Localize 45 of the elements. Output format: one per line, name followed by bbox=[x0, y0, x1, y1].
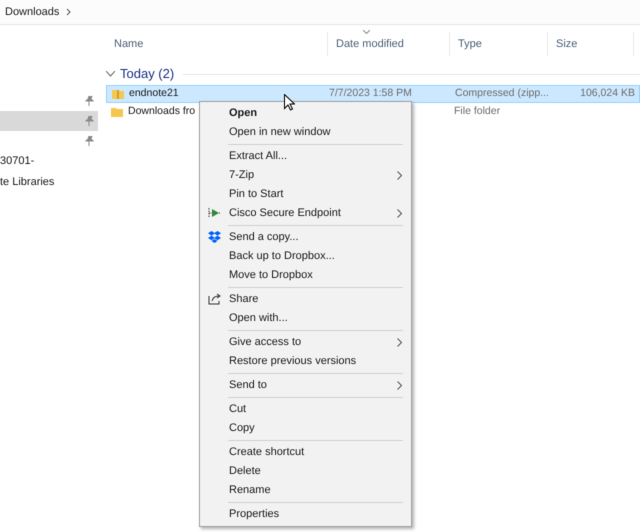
group-header[interactable]: Today (2) bbox=[120, 64, 174, 84]
mouse-pointer-icon bbox=[284, 94, 295, 111]
menu-item[interactable]: Send to bbox=[200, 376, 411, 395]
menu-item[interactable]: Create shortcut bbox=[200, 443, 411, 462]
menu-item[interactable]: Cut bbox=[200, 400, 411, 419]
expand-chevron-icon[interactable] bbox=[106, 71, 115, 77]
menu-item[interactable]: Move to Dropbox bbox=[200, 266, 411, 285]
menu-item[interactable]: 7-Zip bbox=[200, 166, 411, 185]
breadcrumb-location[interactable]: Downloads bbox=[5, 4, 60, 20]
menu-item[interactable]: Extract All... bbox=[200, 147, 411, 166]
menu-item[interactable]: Cisco Secure Endpoint bbox=[200, 204, 411, 223]
menu-item[interactable]: Delete bbox=[200, 462, 411, 481]
menu-item[interactable]: Open bbox=[200, 104, 411, 123]
menu-item[interactable]: Open with... bbox=[200, 309, 411, 328]
file-size: 106,024 KB bbox=[579, 86, 635, 102]
column-header[interactable]: Type bbox=[450, 32, 548, 56]
menu-item[interactable]: Give access to bbox=[200, 333, 411, 352]
menu-item[interactable]: Open in new window bbox=[200, 123, 411, 142]
menu-item[interactable]: Back up to Dropbox... bbox=[200, 247, 411, 266]
column-header[interactable]: Name bbox=[106, 32, 328, 56]
menu-item[interactable]: Share bbox=[200, 290, 411, 309]
menu-item[interactable]: Pin to Start bbox=[200, 185, 411, 204]
file-row[interactable]: endnote21 7/7/2023 1:58 PM Compressed (zipp... 106,024 KB bbox=[106, 85, 640, 103]
column-header[interactable]: Date modified bbox=[328, 32, 450, 56]
folder-icon bbox=[111, 106, 123, 118]
file-name: endnote21 bbox=[129, 86, 179, 102]
file-type: File folder bbox=[453, 104, 502, 120]
folder-icon bbox=[112, 88, 124, 100]
file-type: Compressed (zipp... bbox=[454, 86, 549, 102]
share-icon bbox=[208, 293, 222, 305]
sidebar-item[interactable]: 30701- bbox=[0, 153, 34, 170]
dropbox-icon bbox=[208, 231, 221, 243]
menu-item[interactable]: Copy bbox=[200, 419, 411, 438]
file-name[interactable]: Downloads fro bbox=[128, 104, 196, 120]
file-date: 7/7/2023 1:58 PM bbox=[329, 86, 413, 102]
sidebar-item[interactable] bbox=[0, 111, 98, 131]
sort-caret-icon bbox=[363, 30, 370, 34]
menu-item[interactable]: Send a copy... bbox=[200, 228, 411, 247]
arrow-node-icon bbox=[208, 207, 221, 219]
sidebar-item[interactable]: te Libraries bbox=[0, 174, 54, 191]
column-header[interactable]: Size bbox=[548, 32, 634, 56]
menu-item[interactable]: Properties bbox=[200, 505, 411, 524]
menu-item[interactable]: Restore previous versions bbox=[200, 352, 411, 371]
menu-item[interactable]: Rename bbox=[200, 481, 411, 500]
chevron-icon[interactable] bbox=[66, 8, 72, 16]
